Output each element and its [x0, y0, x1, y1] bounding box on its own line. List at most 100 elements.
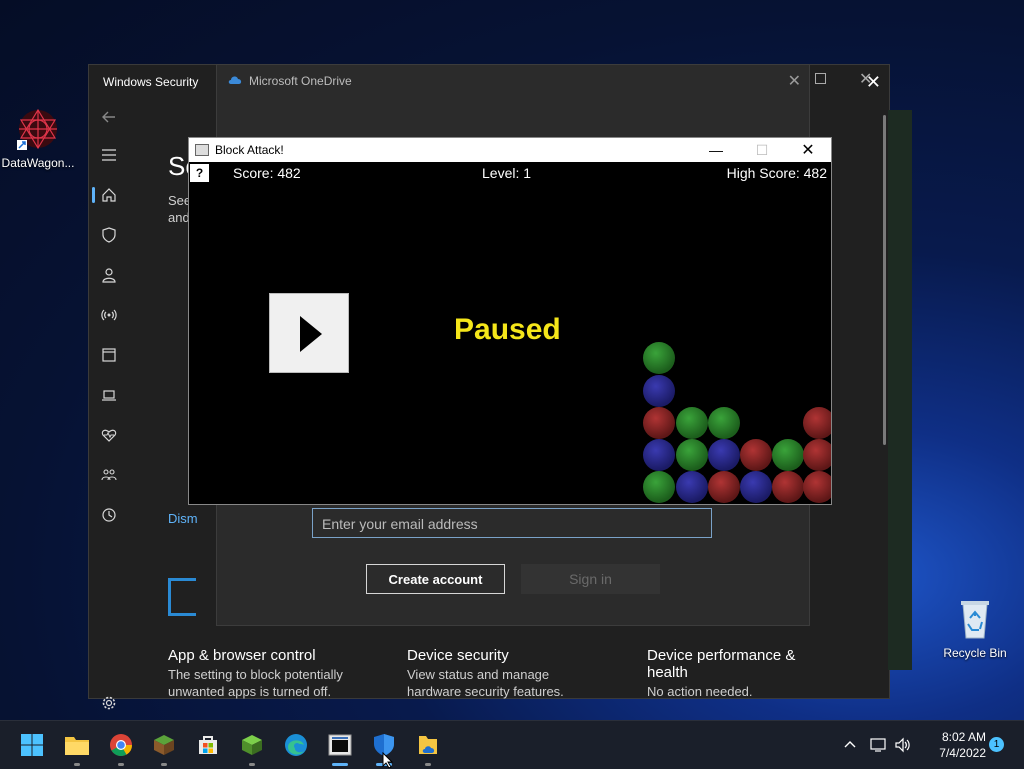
- network-icon[interactable]: [870, 721, 888, 769]
- block[interactable]: [740, 439, 772, 471]
- email-input[interactable]: Enter your email address: [312, 508, 712, 538]
- tile-title: App & browser control: [168, 647, 316, 664]
- microsoft-store-button[interactable]: [192, 729, 224, 761]
- hamburger-menu-icon[interactable]: [89, 135, 129, 175]
- tile-description: View status and manage hardware security…: [407, 667, 564, 699]
- file-explorer-button[interactable]: [61, 729, 93, 766]
- block[interactable]: [676, 439, 708, 471]
- date-label: 7/4/2022: [939, 746, 986, 760]
- block[interactable]: [708, 439, 740, 471]
- help-button[interactable]: ?: [190, 164, 209, 182]
- onedrive-taskbar-button[interactable]: [412, 729, 444, 766]
- block[interactable]: [643, 375, 675, 407]
- minecraft-button[interactable]: [148, 729, 180, 766]
- chrome-button[interactable]: [105, 729, 137, 766]
- block[interactable]: [643, 471, 675, 503]
- desktop-icon-label: DataWagon...: [1, 156, 75, 170]
- laptop-icon[interactable]: [89, 375, 129, 415]
- minecraft-launcher-icon: [242, 735, 262, 755]
- chevron-up-icon: [844, 741, 856, 748]
- onedrive-titlebar[interactable]: Microsoft OneDrive ✕: [217, 65, 809, 97]
- desktop-icon-label: Recycle Bin: [943, 646, 1007, 660]
- level-label: Level: 1: [482, 165, 532, 181]
- tile-title: Device performance & health: [647, 647, 796, 681]
- scrollbar[interactable]: [883, 115, 886, 445]
- play-button[interactable]: [269, 293, 349, 373]
- block[interactable]: [708, 471, 740, 503]
- minimize-icon[interactable]: —: [693, 142, 739, 158]
- block-attack-window: Block Attack! — ☐ ✕ ? Score: 482 Level: …: [188, 137, 832, 505]
- shield-icon[interactable]: [89, 215, 129, 255]
- block[interactable]: [803, 407, 831, 439]
- volume-icon[interactable]: [894, 721, 912, 769]
- close-icon-outer[interactable]: ✕: [859, 69, 872, 89]
- start-button[interactable]: [16, 729, 48, 761]
- block-attack-taskbar-button[interactable]: [324, 729, 356, 766]
- settings-icon[interactable]: [89, 683, 129, 723]
- window-title: Block Attack!: [215, 143, 284, 157]
- maximize-icon[interactable]: ☐: [739, 142, 785, 159]
- clock[interactable]: 8:02 AM 7/4/2022: [918, 721, 986, 769]
- create-account-button[interactable]: Create account: [366, 564, 505, 594]
- close-icon[interactable]: ✕: [788, 71, 801, 91]
- close-icon[interactable]: ✕: [785, 140, 831, 160]
- edge-button[interactable]: [280, 729, 312, 761]
- maximize-icon[interactable]: [815, 73, 826, 84]
- background-window-strip: [888, 110, 912, 670]
- tile-device-performance[interactable]: Device performance & health No action ne…: [647, 647, 837, 700]
- tile-device-security[interactable]: Device security View status and manage h…: [407, 647, 587, 700]
- onedrive-folder-icon: [419, 736, 437, 754]
- store-icon: [199, 736, 217, 754]
- desktop-icon-datawagon[interactable]: DataWagon...: [0, 106, 76, 170]
- block[interactable]: [676, 471, 708, 503]
- heading-subtext-2: and: [168, 210, 190, 225]
- navigation-rail: [89, 99, 129, 710]
- block-attack-icon: [328, 734, 352, 756]
- app-browser-tile-icon: [168, 578, 196, 616]
- back-arrow-icon[interactable]: [89, 99, 129, 135]
- block[interactable]: [740, 471, 772, 503]
- history-icon[interactable]: [89, 495, 129, 535]
- block[interactable]: [803, 439, 831, 471]
- heart-icon[interactable]: [89, 415, 129, 455]
- block[interactable]: [643, 439, 675, 471]
- tile-app-browser-control[interactable]: App & browser control The setting to blo…: [168, 647, 388, 700]
- score-label: Score: 482: [233, 165, 301, 181]
- cloud-icon: [227, 74, 243, 88]
- edge-icon: [285, 734, 307, 756]
- block-attack-titlebar[interactable]: Block Attack! — ☐ ✕: [189, 138, 831, 162]
- account-icon[interactable]: [89, 255, 129, 295]
- dismiss-link[interactable]: Dism: [168, 511, 198, 526]
- desktop-icon-recycle-bin[interactable]: Recycle Bin: [937, 596, 1013, 660]
- minecraft-icon: [154, 735, 174, 755]
- block[interactable]: [643, 407, 675, 439]
- app-browser-icon[interactable]: [89, 335, 129, 375]
- show-hidden-icons-button[interactable]: [842, 721, 858, 769]
- block[interactable]: [772, 471, 804, 503]
- chrome-icon: [110, 734, 132, 756]
- play-icon: [300, 316, 322, 352]
- block[interactable]: [772, 439, 804, 471]
- window-title: Microsoft OneDrive: [249, 74, 352, 88]
- notification-badge[interactable]: 1: [989, 737, 1004, 752]
- home-icon[interactable]: [89, 175, 129, 215]
- sign-in-button[interactable]: Sign in: [521, 564, 660, 594]
- block[interactable]: [708, 407, 740, 439]
- paused-label: Paused: [454, 313, 561, 346]
- wifi-icon[interactable]: [89, 295, 129, 335]
- block[interactable]: [676, 407, 708, 439]
- block[interactable]: [803, 471, 831, 503]
- tile-description: No action needed.: [647, 684, 753, 699]
- high-score-label: High Score: 482: [726, 165, 827, 181]
- window-title: Windows Security: [103, 75, 199, 89]
- game-board[interactable]: ? Score: 482 Level: 1 High Score: 482 Pa…: [189, 162, 831, 504]
- minecraft-launcher-button[interactable]: [236, 729, 268, 766]
- family-icon[interactable]: [89, 455, 129, 495]
- folder-icon: [65, 737, 89, 755]
- tile-title: Device security: [407, 647, 509, 664]
- time-label: 8:02 AM: [941, 730, 986, 744]
- block[interactable]: [643, 342, 675, 374]
- tile-description: The setting to block potentially unwante…: [168, 667, 343, 699]
- mouse-cursor-icon: [382, 752, 394, 768]
- recycle-bin-icon: [952, 596, 998, 642]
